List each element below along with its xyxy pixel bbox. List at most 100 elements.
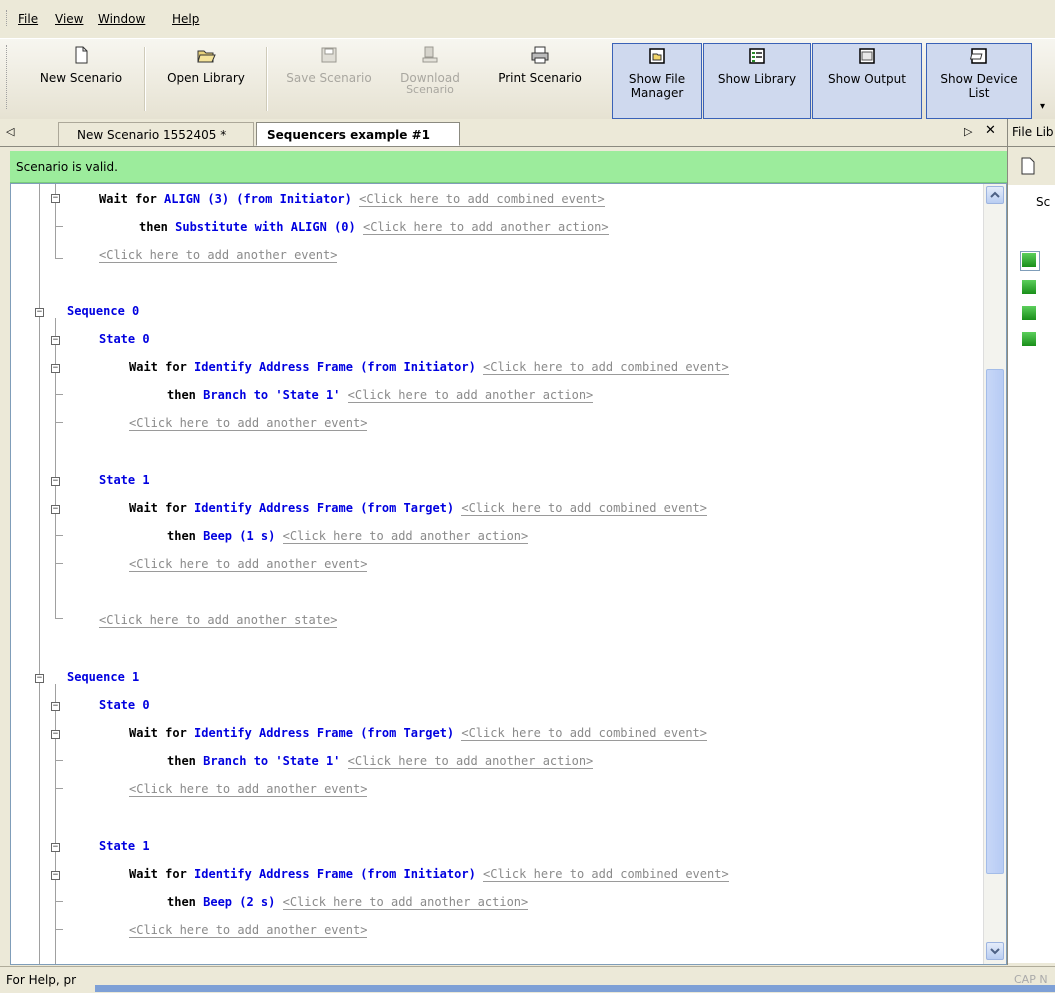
library-column-header[interactable]: Sc [1036,195,1050,209]
open-folder-icon [197,50,216,63]
action-name[interactable]: Beep (1 s) [203,529,275,543]
add-action-link[interactable]: <Click here to add another action> [347,754,594,769]
tab-sequencers-example[interactable]: Sequencers example #1 [256,122,460,146]
add-action-link[interactable]: <Click here to add another action> [282,529,529,544]
device-list-icon [969,48,987,64]
code-line: then Branch to 'State 1' <Click here to … [167,388,594,403]
library-item-icon[interactable] [1022,306,1036,320]
add-action-link[interactable]: <Click here to add another action> [362,220,609,235]
then-keyword: then [167,529,204,543]
toolbar-grip[interactable] [6,45,10,109]
file-library-panel: File Lib Sc [1007,119,1055,965]
close-tab-icon[interactable]: ✕ [985,123,996,138]
action-name[interactable]: Beep (2 s) [203,895,275,909]
scroll-up-button[interactable] [986,186,1004,204]
add-event-link[interactable]: <Click here to add another event> [129,557,368,572]
state-1-header[interactable]: State 1 [99,473,150,487]
add-combined-event-link[interactable]: <Click here to add combined event> [483,867,729,882]
add-event-link[interactable]: <Click here to add another event> [129,782,368,797]
collapse-toggle-icon[interactable]: − [51,336,60,345]
add-event-link[interactable]: <Click here to add another event> [99,248,338,263]
collapse-toggle-icon[interactable]: − [51,843,60,852]
tab-new-scenario[interactable]: New Scenario 1552405 * [58,122,254,146]
printer-icon [531,46,549,64]
code-line: Wait for Identify Address Frame (from Ta… [129,726,707,741]
event-name[interactable]: Identify Address Frame (from Initiator) [194,360,476,374]
show-output-button[interactable]: Show Output [812,43,922,119]
sequence-1-header[interactable]: Sequence 1 [67,670,139,684]
download-label-2: Scenario [406,85,454,95]
add-combined-event-link[interactable]: <Click here to add combined event> [483,360,729,375]
menu-help[interactable]: Help [172,12,199,26]
tree-line [55,258,63,259]
action-name[interactable]: Substitute with ALIGN (0) [175,220,356,234]
event-name[interactable]: Identify Address Frame (from Initiator) [194,867,476,881]
code-line: State 1 [99,473,150,487]
chevron-down-icon [990,948,1000,955]
then-keyword: then [167,895,204,909]
state-0-header[interactable]: State 0 [99,332,150,346]
tree-line [55,618,63,619]
menu-file[interactable]: File [18,12,38,26]
tree-line [55,394,63,395]
vertical-scrollbar[interactable] [983,184,1006,964]
show-file-manager-button[interactable]: Show File Manager [612,43,702,119]
action-name[interactable]: Branch to 'State 1' [203,388,340,402]
tab-scroll-right-icon[interactable]: ▷ [964,125,972,138]
sequence-0-header[interactable]: Sequence 0 [67,304,139,318]
add-action-link[interactable]: <Click here to add another action> [282,895,529,910]
show-library-button[interactable]: Show Library [703,43,811,119]
save-scenario-button[interactable]: Save Scenario [272,43,386,119]
main-toolbar: New Scenario Open Library Save Scenario … [0,38,1055,120]
print-scenario-button[interactable]: Print Scenario [480,43,600,119]
document-tab-strip: ◁ New Scenario 1552405 * Sequencers exam… [0,119,1007,147]
collapse-toggle-icon[interactable]: − [51,730,60,739]
toolbar-overflow-chevron-icon[interactable]: ▾ [1040,101,1045,112]
add-combined-event-link[interactable]: <Click here to add combined event> [359,192,605,207]
scroll-thumb[interactable] [986,369,1004,874]
event-name[interactable]: Identify Address Frame (from Target) [194,501,454,515]
add-action-link[interactable]: <Click here to add another action> [347,388,594,403]
menu-view[interactable]: View [55,12,83,26]
add-event-link[interactable]: <Click here to add another event> [129,923,368,938]
collapse-toggle-icon[interactable]: − [35,674,44,683]
code-line: <Click here to add another event> [129,782,368,797]
library-item-icon[interactable] [1022,332,1036,346]
collapse-toggle-icon[interactable]: − [35,308,44,317]
add-event-link[interactable]: <Click here to add another event> [129,416,368,431]
show-device-list-button[interactable]: Show Device List [926,43,1032,119]
state-1-header[interactable]: State 1 [99,839,150,853]
collapse-toggle-icon[interactable]: − [51,194,60,203]
collapse-toggle-icon[interactable]: − [51,871,60,880]
tree-line [55,788,63,789]
add-combined-event-link[interactable]: <Click here to add combined event> [461,726,707,741]
scroll-down-button[interactable] [986,942,1004,960]
new-scenario-button[interactable]: New Scenario [18,43,144,119]
menu-grip[interactable] [6,10,10,26]
download-scenario-button[interactable]: Download Scenario [390,43,470,119]
collapse-toggle-icon[interactable]: − [51,702,60,711]
collapse-toggle-icon[interactable]: − [51,364,60,373]
collapse-toggle-icon[interactable]: − [51,477,60,486]
event-name[interactable]: ALIGN (3) (from Initiator) [164,192,352,206]
library-item-icon[interactable] [1022,280,1036,294]
code-line: <Click here to add another event> [129,557,368,572]
file-library-title: File Lib [1012,125,1054,139]
tree-line [55,535,63,536]
open-library-button[interactable]: Open Library [147,43,265,119]
then-keyword: then [139,220,176,234]
new-file-icon[interactable] [1020,157,1036,175]
library-list[interactable] [1008,219,1055,963]
scenario-editor[interactable]: Wait for ALIGN (3) (from Initiator) <Cli… [10,183,1007,965]
tree-line [55,760,63,761]
then-keyword: then [167,388,204,402]
add-state-link[interactable]: <Click here to add another state> [99,613,338,628]
state-0-header[interactable]: State 0 [99,698,150,712]
tab-scroll-left-icon[interactable]: ◁ [6,125,14,138]
action-name[interactable]: Branch to 'State 1' [203,754,340,768]
library-item-icon[interactable] [1022,253,1036,267]
event-name[interactable]: Identify Address Frame (from Target) [194,726,454,740]
collapse-toggle-icon[interactable]: − [51,505,60,514]
add-combined-event-link[interactable]: <Click here to add combined event> [461,501,707,516]
menu-window[interactable]: Window [98,12,145,26]
